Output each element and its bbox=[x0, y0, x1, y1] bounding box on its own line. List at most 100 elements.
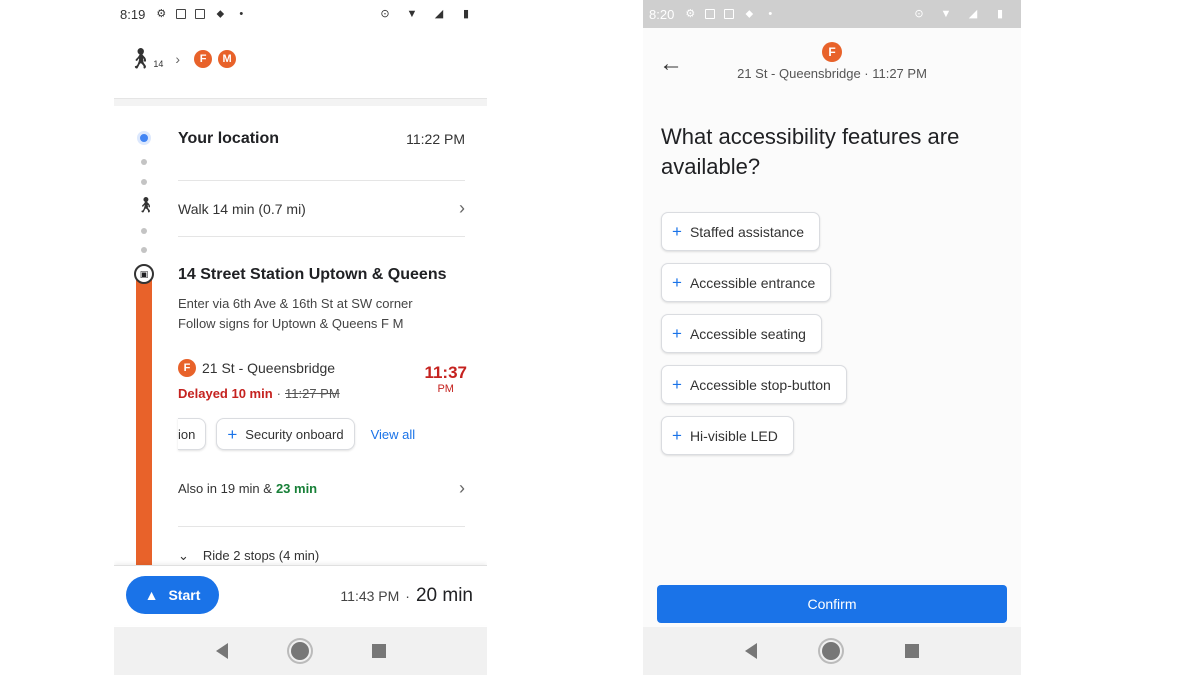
station-title: 14 Street Station Uptown & Queens bbox=[178, 266, 447, 283]
station-directions-1: Enter via 6th Ave & 16th St at SW corner bbox=[178, 296, 413, 311]
departure-row[interactable]: F 21 St - Queensbridge bbox=[178, 359, 335, 377]
separator: · bbox=[276, 386, 281, 401]
trip-header: F 21 St - Queensbridge · 11:27 PM bbox=[643, 42, 1021, 81]
chip-label: Accessible stop-button bbox=[689, 376, 831, 393]
photo-icon bbox=[724, 9, 735, 19]
signal-icon: ◢ bbox=[434, 8, 444, 20]
trip-duration: 20 min bbox=[415, 585, 473, 606]
trip-subtitle: 21 St - Queensbridge · 11:27 PM bbox=[737, 66, 927, 81]
question-heading: What accessibility features are availabl… bbox=[661, 124, 960, 179]
notification-icon bbox=[705, 9, 716, 19]
plus-icon: + bbox=[672, 273, 682, 292]
train-icon: ▣ bbox=[134, 264, 154, 284]
departure-destination: 21 St - Queensbridge bbox=[202, 360, 336, 376]
plus-icon: + bbox=[672, 375, 682, 394]
feature-chip-accessible-seating[interactable]: + Accessible seating bbox=[661, 314, 822, 353]
line-badge-f: F bbox=[178, 359, 196, 377]
navigation-arrow-icon: ▲ bbox=[144, 587, 159, 603]
confirm-button[interactable]: Confirm bbox=[657, 585, 1007, 623]
arrival-time: 11:43 PM bbox=[340, 588, 400, 604]
start-button[interactable]: ▲ Start bbox=[126, 576, 219, 614]
also-departures-row[interactable]: Also in 19 min & 23 min › bbox=[178, 478, 465, 499]
system-nav-bar bbox=[643, 627, 1021, 675]
divider bbox=[178, 180, 465, 181]
delay-row: Delayed 10 min · 11:27 PM bbox=[178, 386, 340, 401]
current-location-dot bbox=[137, 131, 151, 145]
timeline-dot bbox=[141, 179, 147, 185]
line-badge-m: M bbox=[218, 49, 237, 68]
home-nav-icon[interactable] bbox=[821, 642, 840, 660]
plus-icon: + bbox=[672, 222, 682, 241]
photo-icon bbox=[195, 9, 206, 19]
chevron-right-icon: › bbox=[459, 198, 465, 218]
gear-icon: ⚙ bbox=[685, 8, 696, 20]
chip-label: Accessible seating bbox=[689, 325, 806, 342]
recents-nav-icon[interactable] bbox=[904, 644, 919, 658]
updated-time: 11:37 PM bbox=[424, 363, 467, 395]
also-green-time: 23 min bbox=[275, 481, 318, 496]
walk-minutes: 14 bbox=[153, 58, 164, 69]
chevron-down-icon: ⌄ bbox=[178, 548, 189, 563]
feature-chip-hi-visible-led[interactable]: + Hi-visible LED bbox=[661, 416, 794, 455]
security-onboard-chip[interactable]: + Security onboard bbox=[216, 418, 355, 450]
origin-row[interactable]: Your location 11:22 PM bbox=[178, 130, 465, 148]
separator: · bbox=[405, 588, 410, 604]
updated-time-ampm: PM bbox=[437, 383, 454, 395]
walk-label: Walk 14 min (0.7 mi) bbox=[178, 200, 306, 217]
back-nav-icon[interactable] bbox=[215, 643, 228, 659]
chevron-right-icon: › bbox=[459, 478, 465, 498]
back-nav-icon[interactable] bbox=[745, 643, 758, 659]
view-all-link[interactable]: View all bbox=[371, 427, 416, 442]
bottom-bar: ▲ Start 11:43 PM · 20 min bbox=[114, 565, 487, 625]
updated-time-value: 11:37 bbox=[424, 363, 467, 382]
status-time: 8:20 bbox=[649, 6, 675, 22]
line-badge-f: F bbox=[822, 42, 842, 62]
chip-label: Security onboard bbox=[245, 426, 344, 442]
chip-label: Accessible entrance bbox=[689, 274, 816, 291]
signal-icon: ◢ bbox=[968, 8, 978, 20]
timeline-dot bbox=[141, 228, 147, 234]
origin-label: Your location bbox=[178, 130, 280, 147]
status-time: 8:19 bbox=[120, 6, 146, 22]
walking-icon: 🚶︎ bbox=[136, 197, 156, 214]
feature-chip-accessible-stop-button[interactable]: + Accessible stop-button bbox=[661, 365, 847, 404]
system-nav-bar bbox=[114, 627, 487, 675]
wifi-icon: ▼ bbox=[940, 8, 952, 20]
timeline-dot bbox=[141, 247, 147, 253]
route-summary[interactable]: 🚶︎ 14 › F M bbox=[128, 46, 237, 71]
status-bar: 8:19 ⚙ ⬥ • ⊙ ▼ ◢ ▮ bbox=[114, 0, 487, 28]
feature-chip-staffed-assistance[interactable]: + Staffed assistance bbox=[661, 212, 821, 251]
walk-row[interactable]: Walk 14 min (0.7 mi) › bbox=[178, 198, 465, 219]
feature-chip-partial[interactable]: ion bbox=[178, 418, 207, 450]
route-timeline: 🚶︎ ▣ bbox=[134, 128, 156, 570]
walking-icon: 🚶︎ bbox=[128, 48, 154, 70]
battery-icon: ▮ bbox=[462, 8, 470, 20]
gear-icon: ⚙ bbox=[156, 8, 167, 20]
divider bbox=[178, 526, 465, 527]
divider bbox=[178, 236, 465, 237]
home-nav-icon[interactable] bbox=[290, 642, 309, 660]
right-phone-screen: 8:20 ⚙ ⬥ • ⊙ ▼ ◢ ▮ ← F 21 St - Queensbri… bbox=[643, 0, 1021, 675]
left-phone-screen: 8:19 ⚙ ⬥ • ⊙ ▼ ◢ ▮ 🚶︎ 14 › F M 🚶︎ ▣ Your… bbox=[114, 0, 487, 675]
eta: 11:43 PM · 20 min bbox=[340, 585, 473, 607]
plus-icon: + bbox=[227, 424, 238, 444]
delay-status: Delayed 10 min bbox=[178, 386, 273, 401]
location-icon: ⬥ bbox=[745, 8, 754, 20]
plus-icon: + bbox=[672, 426, 682, 445]
feature-chip-accessible-entrance[interactable]: + Accessible entrance bbox=[661, 263, 832, 302]
recents-nav-icon[interactable] bbox=[371, 644, 386, 658]
location-icon: ⬥ bbox=[216, 8, 225, 20]
chip-label: Staffed assistance bbox=[689, 223, 805, 240]
ride-stops-row[interactable]: ⌄ Ride 2 stops (4 min) bbox=[178, 548, 319, 564]
location-status-icon: ⊙ bbox=[914, 8, 924, 20]
start-label: Start bbox=[168, 587, 201, 603]
feature-options: + Staffed assistance + Accessible entran… bbox=[661, 212, 847, 455]
more-dot-icon: • bbox=[239, 8, 244, 20]
chevron-right-icon: › bbox=[175, 50, 181, 67]
timeline-dot bbox=[141, 159, 147, 165]
scheduled-time: 11:27 PM bbox=[285, 386, 340, 401]
battery-icon: ▮ bbox=[996, 8, 1004, 20]
station-directions-2: Follow signs for Uptown & Queens F M bbox=[178, 316, 404, 331]
transit-line-bar bbox=[136, 280, 152, 570]
feature-chips-row: ion + Security onboard View all bbox=[178, 418, 415, 450]
